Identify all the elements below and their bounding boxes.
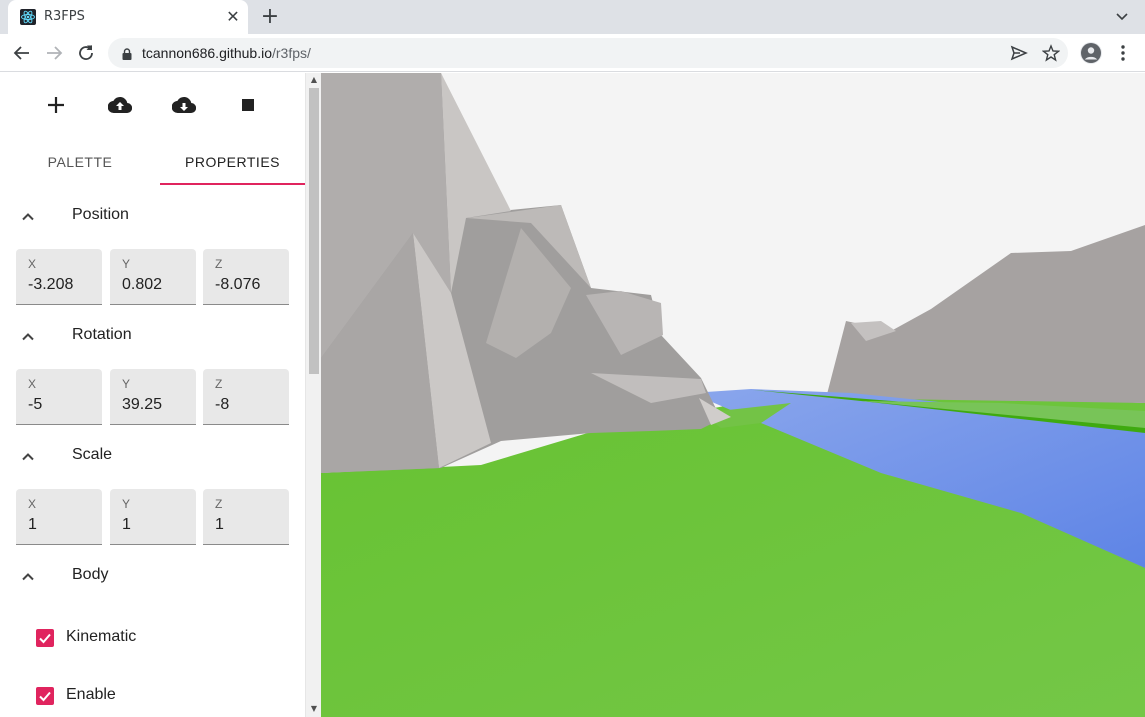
- field-value[interactable]: 1: [122, 516, 131, 534]
- position-y-field[interactable]: Y 0.802: [110, 249, 196, 305]
- cloud-upload-icon: [107, 96, 133, 121]
- enable-checkbox[interactable]: [36, 687, 54, 705]
- scale-x-field[interactable]: X 1: [16, 489, 102, 545]
- field-value[interactable]: -8: [215, 396, 229, 414]
- stop-button[interactable]: [236, 93, 260, 117]
- position-section-header[interactable]: Position: [0, 197, 305, 237]
- chevron-up-icon[interactable]: [20, 449, 36, 465]
- field-value[interactable]: -8.076: [215, 276, 260, 294]
- rotation-y-field[interactable]: Y 39.25: [110, 369, 196, 425]
- url-host: tcannon686.github.io: [142, 45, 272, 61]
- send-icon[interactable]: [1010, 44, 1028, 62]
- section-title: Body: [72, 566, 109, 583]
- 3d-viewport-canvas[interactable]: [321, 73, 1145, 717]
- scroll-down-arrow-icon[interactable]: ▼: [309, 704, 319, 714]
- rotation-z-field[interactable]: Z -8: [203, 369, 289, 425]
- field-value[interactable]: -5: [28, 396, 42, 414]
- field-value[interactable]: 0.802: [122, 276, 162, 294]
- field-label: X: [28, 257, 37, 271]
- position-z-field[interactable]: Z -8.076: [203, 249, 289, 305]
- scale-section-header[interactable]: Scale: [0, 437, 305, 477]
- forward-arrow-icon[interactable]: [43, 42, 65, 64]
- browser-toolbar: tcannon686.github.io/r3fps/: [0, 34, 1145, 72]
- field-value[interactable]: 1: [215, 516, 224, 534]
- tab-properties[interactable]: PROPERTIES: [160, 141, 305, 185]
- chevron-up-icon[interactable]: [20, 329, 36, 345]
- add-button[interactable]: [44, 93, 68, 117]
- plus-icon: [44, 97, 68, 121]
- field-label: Y: [122, 257, 131, 271]
- upload-button[interactable]: [107, 93, 133, 117]
- scroll-up-arrow-icon[interactable]: ▲: [309, 75, 319, 85]
- field-value[interactable]: 39.25: [122, 396, 162, 414]
- scroll-thumb[interactable]: [309, 88, 319, 374]
- url-text: tcannon686.github.io/r3fps/: [142, 45, 311, 61]
- back-arrow-icon[interactable]: [11, 42, 33, 64]
- rotation-x-field[interactable]: X -5: [16, 369, 102, 425]
- tab-close-icon[interactable]: ✕: [224, 8, 242, 26]
- editor-sidebar: PALETTE PROPERTIES Position X -3.208 Y 0…: [0, 73, 305, 717]
- field-label: Z: [215, 257, 223, 271]
- download-button[interactable]: [171, 93, 197, 117]
- field-label: Y: [122, 377, 131, 391]
- field-value[interactable]: -3.208: [28, 276, 73, 294]
- browser-tab[interactable]: R3FPS ✕: [8, 0, 248, 34]
- tab-palette[interactable]: PALETTE: [0, 141, 160, 185]
- field-label: X: [28, 497, 37, 511]
- sidebar-tabs: PALETTE PROPERTIES: [0, 141, 305, 185]
- sidebar-scrollbar[interactable]: ▲ ▼: [305, 73, 321, 717]
- kinematic-checkbox-row[interactable]: Kinematic: [0, 623, 305, 653]
- cloud-download-icon: [171, 96, 197, 121]
- field-value[interactable]: 1: [28, 516, 37, 534]
- body-section-header[interactable]: Body: [0, 557, 305, 597]
- react-logo-icon: [20, 9, 36, 25]
- field-label: Z: [215, 497, 223, 511]
- scene-render: [321, 73, 1145, 717]
- profile-avatar-icon[interactable]: [1080, 42, 1102, 64]
- browser-tab-strip: R3FPS ✕ +: [0, 0, 1145, 34]
- position-x-field[interactable]: X -3.208: [16, 249, 102, 305]
- section-title: Rotation: [72, 326, 132, 343]
- address-bar[interactable]: tcannon686.github.io/r3fps/: [108, 38, 1068, 68]
- scale-y-field[interactable]: Y 1: [110, 489, 196, 545]
- field-label: X: [28, 377, 37, 391]
- stop-icon: [236, 99, 260, 121]
- field-label: Y: [122, 497, 131, 511]
- bookmark-star-icon[interactable]: [1041, 44, 1061, 62]
- active-tab-indicator: [160, 183, 305, 185]
- reload-icon[interactable]: [75, 42, 97, 64]
- rotation-section-header[interactable]: Rotation: [0, 317, 305, 357]
- chevron-up-icon[interactable]: [20, 569, 36, 585]
- kinematic-checkbox[interactable]: [36, 629, 54, 647]
- chevron-up-icon[interactable]: [20, 209, 36, 225]
- section-title: Position: [72, 206, 129, 223]
- tab-search-chevron-icon[interactable]: [1112, 6, 1132, 26]
- new-tab-button[interactable]: +: [260, 6, 280, 28]
- section-title: Scale: [72, 446, 113, 463]
- lock-icon: [120, 46, 134, 60]
- checkbox-label: Enable: [66, 686, 116, 703]
- tab-title: R3FPS: [44, 9, 85, 24]
- checkbox-label: Kinematic: [66, 628, 137, 645]
- enable-checkbox-row[interactable]: Enable: [0, 681, 305, 711]
- scale-z-field[interactable]: Z 1: [203, 489, 289, 545]
- url-path: /r3fps/: [272, 45, 311, 61]
- browser-menu-icon[interactable]: [1116, 42, 1130, 64]
- field-label: Z: [215, 377, 223, 391]
